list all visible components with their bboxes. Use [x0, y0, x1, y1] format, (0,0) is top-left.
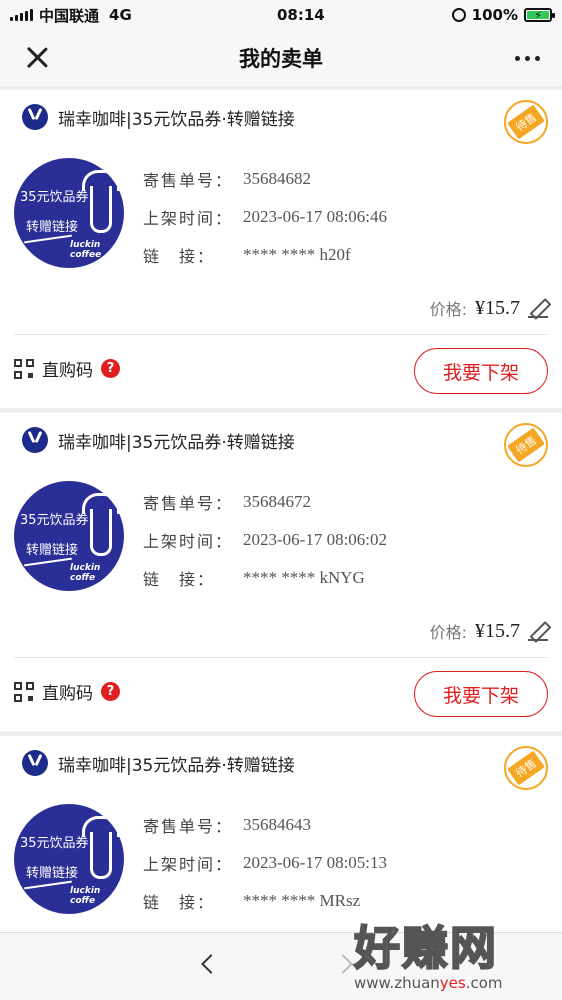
- luckin-logo-icon: [22, 427, 48, 453]
- list-time-label: 上架时间：: [143, 855, 234, 874]
- divider: [14, 334, 548, 335]
- nav-bar: 我的卖单: [0, 30, 562, 86]
- direct-buy-label: 直购码: [42, 684, 93, 704]
- link-label: 链 接：: [143, 570, 216, 589]
- delist-button[interactable]: 我要下架: [414, 348, 548, 394]
- forward-arrow-icon[interactable]: [333, 954, 353, 974]
- order-title[interactable]: 瑞幸咖啡|35元饮品券·转赠链接: [58, 428, 295, 453]
- alarm-icon: [451, 8, 466, 22]
- order-card: 瑞幸咖啡|35元饮品券·转赠链接 待售 35元饮品券 转赠链接 luckin c…: [0, 90, 562, 408]
- help-icon[interactable]: ?: [101, 359, 120, 378]
- more-icon[interactable]: [515, 56, 540, 61]
- price-value: ¥15.7: [475, 619, 520, 642]
- signal-icon: [10, 9, 33, 21]
- status-badge: 待售: [504, 746, 548, 790]
- order-title[interactable]: 瑞幸咖啡|35元饮品券·转赠链接: [58, 105, 295, 130]
- deer-logo-icon: [76, 814, 120, 879]
- product-thumbnail[interactable]: 35元饮品券 转赠链接 luckin coffe: [14, 481, 124, 591]
- page-title: 我的卖单: [239, 47, 323, 71]
- link-label: 链 接：: [143, 247, 216, 266]
- link-value: **** **** MRsz: [243, 891, 361, 910]
- direct-buy-code[interactable]: 直购码 ?: [14, 679, 120, 704]
- order-card: 瑞幸咖啡|35元饮品券·转赠链接 待售 35元饮品券 转赠链接 luckin c…: [0, 413, 562, 731]
- link-value: **** **** kNYG: [243, 568, 365, 587]
- order-no-value: 35684682: [243, 169, 311, 188]
- price-value: ¥15.7: [475, 296, 520, 319]
- order-no-value: 35684672: [243, 492, 311, 511]
- help-icon[interactable]: ?: [101, 682, 120, 701]
- battery-percent: 100%: [471, 6, 518, 24]
- qr-code-icon: [14, 681, 34, 702]
- status-bar: 中国联通 4G 08:14 100% ⚡: [0, 0, 562, 30]
- order-no-value: 35684643: [243, 815, 311, 834]
- carrier-label: 中国联通: [39, 6, 100, 25]
- status-badge: 待售: [504, 423, 548, 467]
- edit-price-icon[interactable]: [528, 621, 548, 641]
- product-thumbnail[interactable]: 35元饮品券 转赠链接 luckin coffee: [14, 158, 124, 268]
- price-label: 价格:: [429, 623, 467, 642]
- link-label: 链 接：: [143, 893, 216, 912]
- qr-code-icon: [14, 358, 34, 379]
- direct-buy-label: 直购码: [42, 361, 93, 381]
- back-arrow-icon[interactable]: [201, 954, 221, 974]
- battery-icon: ⚡: [524, 8, 555, 22]
- clock: 08:14: [276, 6, 325, 24]
- price-label: 价格:: [429, 300, 467, 319]
- deer-logo-icon: [76, 168, 120, 233]
- list-time-label: 上架时间：: [143, 209, 234, 228]
- order-title[interactable]: 瑞幸咖啡|35元饮品券·转赠链接: [58, 751, 295, 776]
- delist-button[interactable]: 我要下架: [414, 671, 548, 717]
- close-icon[interactable]: [22, 42, 54, 74]
- product-thumbnail[interactable]: 35元饮品券 转赠链接 luckin coffe: [14, 804, 124, 914]
- list-time-label: 上架时间：: [143, 532, 234, 551]
- network-label: 4G: [109, 6, 132, 24]
- site-watermark: 好赚网 www.zhuanyes.com: [353, 920, 503, 992]
- divider: [14, 657, 548, 658]
- order-no-label: 寄售单号：: [143, 494, 234, 513]
- list-time-value: 2023-06-17 08:06:46: [243, 207, 388, 226]
- deer-logo-icon: [76, 491, 120, 556]
- list-time-value: 2023-06-17 08:06:02: [243, 530, 388, 549]
- order-no-label: 寄售单号：: [143, 817, 234, 836]
- luckin-logo-icon: [22, 104, 48, 130]
- order-no-label: 寄售单号：: [143, 171, 234, 190]
- edit-price-icon[interactable]: [528, 298, 548, 318]
- status-badge: 待售: [504, 100, 548, 144]
- list-time-value: 2023-06-17 08:05:13: [243, 853, 388, 872]
- luckin-logo-icon: [22, 750, 48, 776]
- link-value: **** **** h20f: [243, 245, 351, 264]
- direct-buy-code[interactable]: 直购码 ?: [14, 356, 120, 381]
- order-list: 瑞幸咖啡|35元饮品券·转赠链接 待售 35元饮品券 转赠链接 luckin c…: [0, 90, 562, 961]
